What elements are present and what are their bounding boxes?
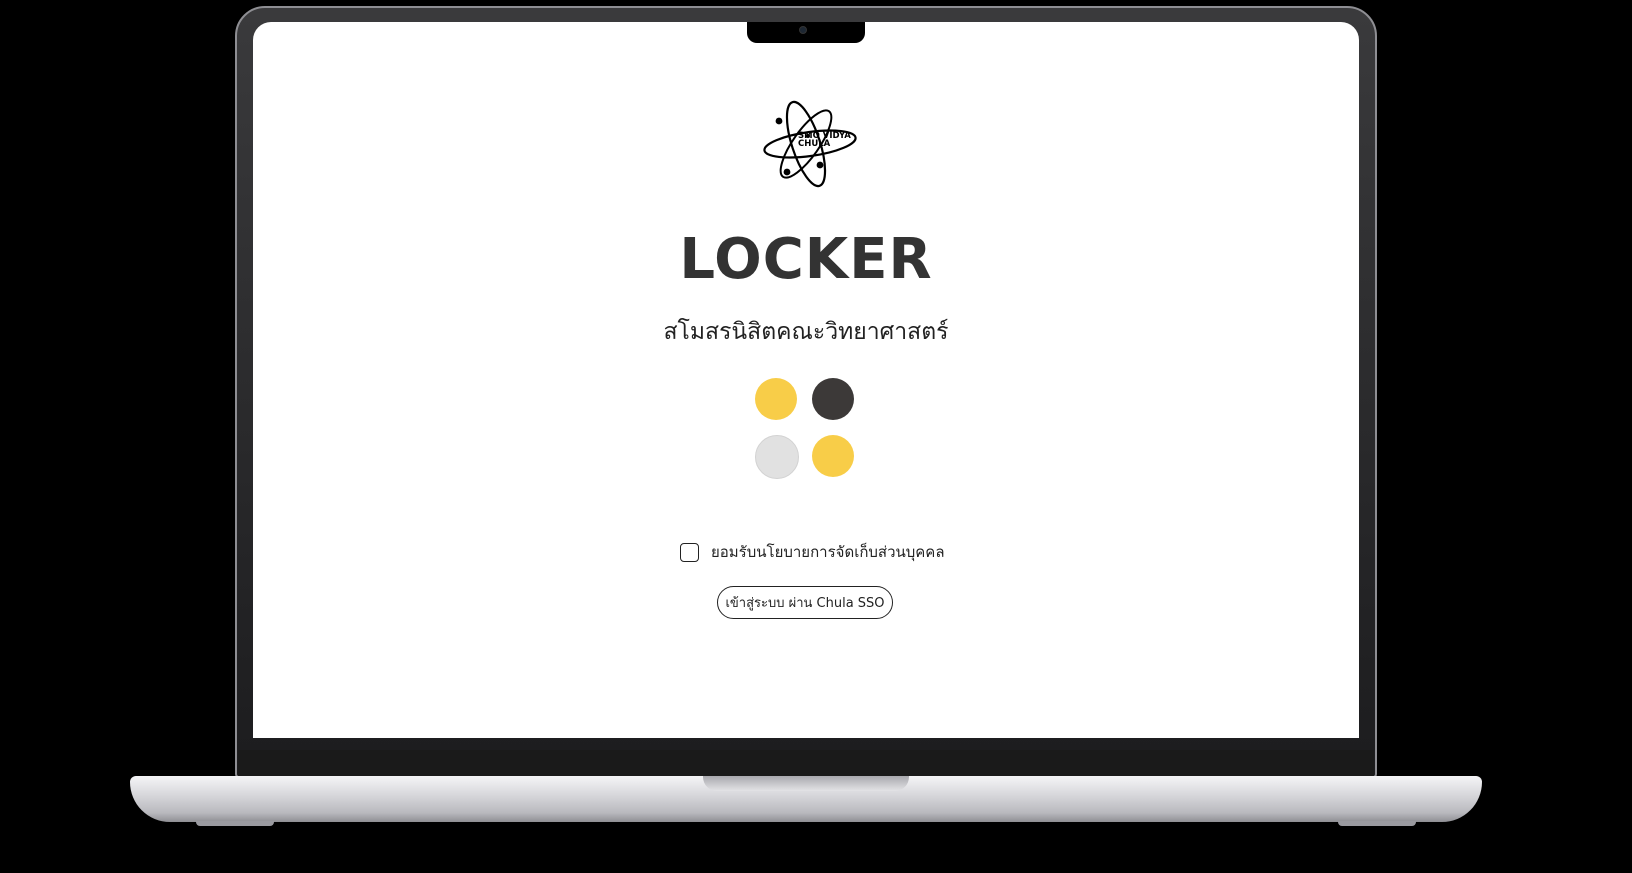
- chula-sso-login-button[interactable]: เข้าสู่ระบบ ผ่าน Chula SSO: [717, 586, 893, 619]
- camera-icon: [799, 26, 807, 34]
- color-swatch-dark-gray: [812, 378, 854, 420]
- laptop-foot-left: [196, 821, 274, 826]
- laptop-screen: SMO VIDYA CHULA LOCKER สโมสรนิสิตคณะวิทย…: [253, 22, 1359, 738]
- laptop-base-groove: [703, 776, 909, 791]
- camera-notch: [747, 22, 865, 43]
- color-swatch-yellow-2: [812, 435, 854, 477]
- privacy-consent[interactable]: ยอมรับนโยบายการจัดเก็บส่วนบุคคล: [680, 540, 945, 564]
- smo-vidya-chula-logo: SMO VIDYA CHULA: [763, 100, 857, 188]
- privacy-consent-label: ยอมรับนโยบายการจัดเก็บส่วนบุคคล: [711, 543, 945, 561]
- page-subtitle: สโมสรนิสิตคณะวิทยาศาสตร์: [663, 319, 949, 345]
- laptop-foot-right: [1338, 821, 1416, 826]
- page-title: LOCKER: [679, 227, 933, 292]
- color-swatch-yellow: [755, 378, 797, 420]
- logo-text-line2: CHULA: [798, 139, 831, 149]
- laptop-bezel-bottom: [238, 750, 1374, 778]
- privacy-consent-checkbox[interactable]: [680, 542, 699, 562]
- color-swatch-light-gray: [755, 435, 799, 479]
